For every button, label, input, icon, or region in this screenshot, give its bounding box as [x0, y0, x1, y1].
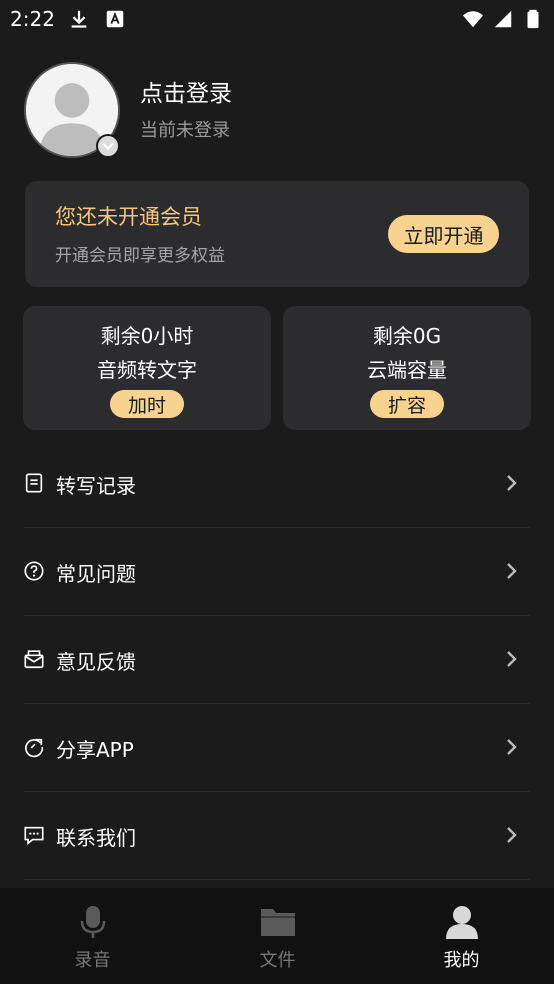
menu-item-faq[interactable]: 常见问题: [0, 528, 554, 616]
avatar-badge: [96, 134, 120, 158]
feedback-icon: [23, 648, 45, 670]
chat-icon: [23, 824, 45, 846]
menu-item-label: 联系我们: [56, 826, 136, 850]
profile-header[interactable]: 点击登录 当前未登录: [24, 62, 524, 162]
menu-item-label: 分享APP: [56, 738, 134, 762]
quota-type: 云端容量: [367, 358, 447, 382]
menu-list: 转写记录 常见问题 意见反馈 分享APP 联系我们: [0, 440, 554, 880]
vip-card: 您还未开通会员 开通会员即享更多权益 立即开通: [25, 181, 529, 287]
nav-tab-record[interactable]: 录音: [0, 888, 185, 984]
chevron-right-icon: [502, 824, 522, 846]
user-icon: [443, 904, 481, 940]
menu-item-label: 意见反馈: [56, 650, 136, 674]
chevron-down-icon: [102, 142, 114, 151]
expand-storage-button[interactable]: 扩容: [370, 390, 444, 418]
divider: [24, 879, 530, 880]
transcription-quota-card: 剩余0小时 音频转文字 加时: [23, 306, 271, 430]
menu-item-contact-us[interactable]: 联系我们: [0, 792, 554, 880]
download-icon: [71, 10, 87, 28]
wifi-icon: [462, 11, 484, 28]
status-bar: 2:22: [0, 0, 554, 38]
nav-tab-files[interactable]: 文件: [185, 888, 370, 984]
share-icon: [23, 736, 45, 758]
login-title[interactable]: 点击登录: [140, 74, 232, 108]
quota-type: 音频转文字: [97, 358, 197, 382]
chevron-right-icon: [502, 736, 522, 758]
vip-title: 您还未开通会员: [55, 205, 202, 229]
quota-remaining: 剩余0G: [372, 324, 442, 348]
font-a-icon: [106, 10, 124, 28]
document-icon: [23, 472, 45, 494]
battery-icon: [527, 9, 539, 29]
chevron-right-icon: [502, 560, 522, 582]
chevron-right-icon: [502, 648, 522, 670]
status-time: 2:22: [10, 7, 55, 31]
menu-item-transcription-records[interactable]: 转写记录: [0, 440, 554, 528]
cell-signal-icon: [494, 10, 512, 28]
vip-subtitle: 开通会员即享更多权益: [55, 246, 225, 266]
activate-vip-button[interactable]: 立即开通: [388, 215, 499, 253]
folder-icon: [259, 904, 297, 940]
status-right-icons: [462, 8, 544, 30]
menu-item-label: 常见问题: [56, 562, 136, 586]
help-icon: [23, 560, 45, 582]
nav-label: 文件: [259, 950, 296, 971]
menu-item-feedback[interactable]: 意见反馈: [0, 616, 554, 704]
cloud-storage-card: 剩余0G 云端容量 扩容: [283, 306, 531, 430]
nav-label: 我的: [443, 950, 480, 971]
chevron-right-icon: [502, 472, 522, 494]
status-left-icons: [68, 8, 126, 30]
microphone-icon: [74, 904, 112, 940]
add-time-button[interactable]: 加时: [110, 390, 184, 418]
quota-remaining: 剩余0小时: [100, 324, 194, 348]
menu-item-label: 转写记录: [56, 474, 136, 498]
bottom-nav: 录音 文件 我的: [0, 888, 554, 984]
nav-tab-mine[interactable]: 我的: [369, 888, 554, 984]
nav-label: 录音: [74, 950, 111, 971]
menu-item-share-app[interactable]: 分享APP: [0, 704, 554, 792]
login-status: 当前未登录: [140, 120, 230, 141]
